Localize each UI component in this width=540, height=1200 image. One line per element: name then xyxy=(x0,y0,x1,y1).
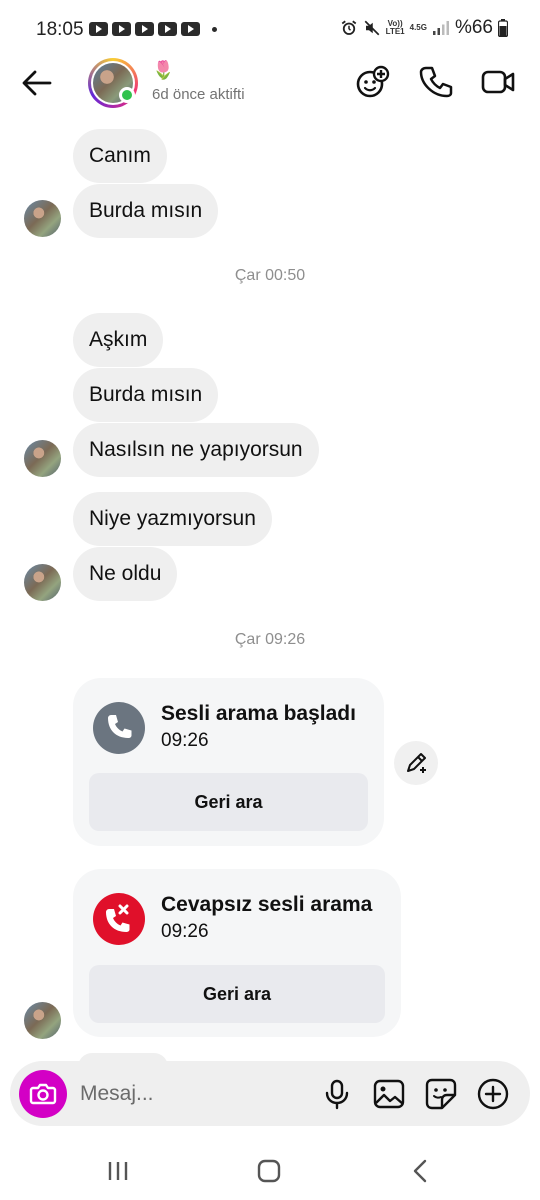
call-title: Sesli arama başladı xyxy=(161,702,356,725)
plus-icon[interactable] xyxy=(476,1077,510,1111)
video-camera-icon[interactable] xyxy=(480,64,516,100)
recent-apps-icon[interactable] xyxy=(101,1154,135,1188)
message-bubble[interactable]: Aşkım xyxy=(73,313,164,367)
camera-button[interactable] xyxy=(19,1070,67,1118)
volte-indicator: Vo)) LTE1 xyxy=(385,19,405,36)
missed-call-icon xyxy=(93,893,145,945)
edit-icon[interactable] xyxy=(394,741,438,785)
message-bubble[interactable]: Burda mısın xyxy=(73,184,219,238)
message-bubble[interactable]: Niye yazmıyorsun xyxy=(73,492,272,546)
call-time: 09:26 xyxy=(161,921,209,942)
gallery-icon[interactable] xyxy=(372,1077,406,1111)
sender-avatar[interactable] xyxy=(24,440,61,477)
message-bubble[interactable]: Burda mısın xyxy=(73,368,219,422)
call-back-button[interactable]: Geri ara xyxy=(89,773,368,831)
message-composer xyxy=(10,1061,530,1126)
contact-name-emoji[interactable]: 🌷 xyxy=(152,60,174,81)
add-people-icon[interactable] xyxy=(354,64,390,100)
battery-icon xyxy=(498,19,508,37)
system-nav-bar xyxy=(0,1140,540,1200)
more-notifications-dot xyxy=(212,26,217,32)
back-nav-icon[interactable] xyxy=(404,1154,438,1188)
call-card-started[interactable]: Sesli arama başladı 09:26 Geri ara xyxy=(73,678,384,846)
active-status: 6d önce aktifti xyxy=(152,86,245,103)
youtube-icon xyxy=(135,22,154,36)
message-timestamp: Çar 00:50 xyxy=(234,267,306,284)
media-notifications xyxy=(89,22,217,36)
signal-icon xyxy=(432,21,449,35)
network-type: 4.5G xyxy=(409,23,427,32)
status-time: 18:05 xyxy=(36,19,84,40)
camera-icon xyxy=(29,1083,57,1105)
call-back-button[interactable]: Geri ara xyxy=(89,965,385,1023)
sender-avatar[interactable] xyxy=(24,564,61,601)
mute-icon xyxy=(364,20,379,36)
call-time: 09:26 xyxy=(161,730,209,751)
youtube-icon xyxy=(112,22,131,36)
phone-icon[interactable] xyxy=(417,64,453,100)
status-right: Vo)) LTE1 4.5G %66 xyxy=(340,17,508,39)
message-bubble[interactable]: Canım xyxy=(73,129,167,183)
call-card-missed[interactable]: Cevapsız sesli arama 09:26 Geri ara xyxy=(73,869,401,1037)
message-timestamp: Çar 09:26 xyxy=(234,631,306,648)
sender-avatar[interactable] xyxy=(24,1002,61,1039)
call-title: Cevapsız sesli arama xyxy=(161,893,373,916)
sticker-icon[interactable] xyxy=(424,1077,458,1111)
microphone-icon[interactable] xyxy=(320,1077,354,1111)
phone-call-icon xyxy=(93,702,145,754)
message-bubble[interactable]: Nasılsın ne yapıyorsun xyxy=(73,423,319,477)
back-arrow-icon[interactable] xyxy=(18,64,56,102)
home-icon[interactable] xyxy=(252,1154,286,1188)
message-input[interactable] xyxy=(80,1071,310,1116)
chat-header: 🌷 6d önce aktifti xyxy=(0,58,540,108)
youtube-icon xyxy=(181,22,200,36)
youtube-icon xyxy=(158,22,177,36)
online-indicator xyxy=(119,87,135,103)
battery-level: %66 xyxy=(454,17,493,38)
youtube-icon xyxy=(89,22,108,36)
alarm-icon xyxy=(341,20,356,35)
message-bubble[interactable]: Ne oldu xyxy=(73,547,178,601)
status-bar: 18:05 Vo)) LTE1 4.5G %66 xyxy=(0,0,540,58)
sender-avatar[interactable] xyxy=(24,200,61,237)
